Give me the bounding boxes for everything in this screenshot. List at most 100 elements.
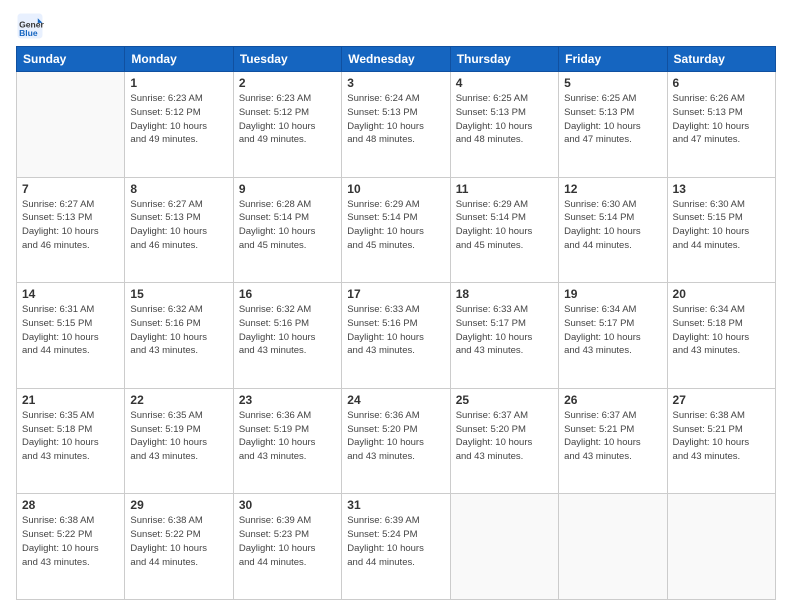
calendar-cell: 28 Sunrise: 6:38 AM Sunset: 5:22 PM Dayli… [17,494,125,600]
day-number: 12 [564,182,661,196]
calendar-cell: 11 Sunrise: 6:29 AM Sunset: 5:14 PM Dayli… [450,177,558,283]
day-info: Sunrise: 6:36 AM Sunset: 5:19 PM Dayligh… [239,409,336,464]
day-number: 4 [456,76,553,90]
calendar-week-1: 7 Sunrise: 6:27 AM Sunset: 5:13 PM Daylig… [17,177,776,283]
calendar-cell: 30Sunrise: 6:39 AM Sunset: 5:23 PM Dayli… [233,494,341,600]
calendar-cell: 3 Sunrise: 6:24 AM Sunset: 5:13 PM Daylig… [342,72,450,178]
col-header-sunday: Sunday [17,47,125,72]
calendar-week-3: 21 Sunrise: 6:35 AM Sunset: 5:18 PM Dayli… [17,388,776,494]
day-info: Sunrise: 6:24 AM Sunset: 5:13 PM Dayligh… [347,92,444,147]
calendar-cell: 17 Sunrise: 6:33 AM Sunset: 5:16 PM Dayli… [342,283,450,389]
calendar-cell: 19 Sunrise: 6:34 AM Sunset: 5:17 PM Dayli… [559,283,667,389]
day-info: Sunrise: 6:27 AM Sunset: 5:13 PM Dayligh… [22,198,119,253]
calendar-cell: 24Sunrise: 6:36 AM Sunset: 5:20 PM Dayli… [342,388,450,494]
calendar-cell [450,494,558,600]
day-info: Sunrise: 6:30 AM Sunset: 5:14 PM Dayligh… [564,198,661,253]
day-number: 29 [130,498,227,512]
day-info: Sunrise: 6:30 AM Sunset: 5:15 PM Dayligh… [673,198,770,253]
col-header-tuesday: Tuesday [233,47,341,72]
day-number: 7 [22,182,119,196]
calendar-week-4: 28 Sunrise: 6:38 AM Sunset: 5:22 PM Dayli… [17,494,776,600]
day-info: Sunrise: 6:25 AM Sunset: 5:13 PM Dayligh… [456,92,553,147]
day-info: Sunrise: 6:38 AM Sunset: 5:22 PM Dayligh… [130,514,227,569]
day-info: Sunrise: 6:38 AM Sunset: 5:22 PM Dayligh… [22,514,119,569]
day-number: 3 [347,76,444,90]
day-info: Sunrise: 6:27 AM Sunset: 5:13 PM Dayligh… [130,198,227,253]
day-info: Sunrise: 6:32 AM Sunset: 5:16 PM Dayligh… [130,303,227,358]
calendar-cell: 2 Sunrise: 6:23 AM Sunset: 5:12 PM Daylig… [233,72,341,178]
day-info: Sunrise: 6:38 AM Sunset: 5:21 PM Dayligh… [673,409,770,464]
day-info: Sunrise: 6:32 AM Sunset: 5:16 PM Dayligh… [239,303,336,358]
calendar-cell [667,494,775,600]
day-info: Sunrise: 6:33 AM Sunset: 5:16 PM Dayligh… [347,303,444,358]
day-number: 23 [239,393,336,407]
calendar-table: SundayMondayTuesdayWednesdayThursdayFrid… [16,46,776,600]
calendar-cell: 13Sunrise: 6:30 AM Sunset: 5:15 PM Dayli… [667,177,775,283]
day-number: 19 [564,287,661,301]
calendar-cell: 22Sunrise: 6:35 AM Sunset: 5:19 PM Dayli… [125,388,233,494]
day-info: Sunrise: 6:23 AM Sunset: 5:12 PM Dayligh… [239,92,336,147]
day-info: Sunrise: 6:29 AM Sunset: 5:14 PM Dayligh… [347,198,444,253]
calendar-cell [559,494,667,600]
calendar-cell: 26 Sunrise: 6:37 AM Sunset: 5:21 PM Dayli… [559,388,667,494]
calendar-cell: 8 Sunrise: 6:27 AM Sunset: 5:13 PM Daylig… [125,177,233,283]
calendar-cell: 10 Sunrise: 6:29 AM Sunset: 5:14 PM Dayli… [342,177,450,283]
calendar-week-0: 1 Sunrise: 6:23 AM Sunset: 5:12 PM Daylig… [17,72,776,178]
calendar-cell: 20 Sunrise: 6:34 AM Sunset: 5:18 PM Dayli… [667,283,775,389]
calendar-cell: 25 Sunrise: 6:37 AM Sunset: 5:20 PM Dayli… [450,388,558,494]
col-header-thursday: Thursday [450,47,558,72]
calendar-cell: 31Sunrise: 6:39 AM Sunset: 5:24 PM Dayli… [342,494,450,600]
day-number: 10 [347,182,444,196]
day-number: 26 [564,393,661,407]
calendar-cell: 27Sunrise: 6:38 AM Sunset: 5:21 PM Dayli… [667,388,775,494]
day-info: Sunrise: 6:35 AM Sunset: 5:19 PM Dayligh… [130,409,227,464]
calendar-cell: 18 Sunrise: 6:33 AM Sunset: 5:17 PM Dayli… [450,283,558,389]
day-info: Sunrise: 6:23 AM Sunset: 5:12 PM Dayligh… [130,92,227,147]
day-info: Sunrise: 6:33 AM Sunset: 5:17 PM Dayligh… [456,303,553,358]
calendar-cell [17,72,125,178]
header: General Blue [16,12,776,40]
day-info: Sunrise: 6:37 AM Sunset: 5:21 PM Dayligh… [564,409,661,464]
calendar-header-row: SundayMondayTuesdayWednesdayThursdayFrid… [17,47,776,72]
col-header-saturday: Saturday [667,47,775,72]
day-info: Sunrise: 6:37 AM Sunset: 5:20 PM Dayligh… [456,409,553,464]
day-info: Sunrise: 6:34 AM Sunset: 5:18 PM Dayligh… [673,303,770,358]
day-number: 21 [22,393,119,407]
day-number: 15 [130,287,227,301]
calendar-cell: 9Sunrise: 6:28 AM Sunset: 5:14 PM Daylig… [233,177,341,283]
day-number: 30 [239,498,336,512]
day-info: Sunrise: 6:35 AM Sunset: 5:18 PM Dayligh… [22,409,119,464]
calendar-cell: 15 Sunrise: 6:32 AM Sunset: 5:16 PM Dayli… [125,283,233,389]
calendar-cell: 14 Sunrise: 6:31 AM Sunset: 5:15 PM Dayli… [17,283,125,389]
day-info: Sunrise: 6:34 AM Sunset: 5:17 PM Dayligh… [564,303,661,358]
day-number: 17 [347,287,444,301]
day-number: 31 [347,498,444,512]
day-info: Sunrise: 6:29 AM Sunset: 5:14 PM Dayligh… [456,198,553,253]
day-number: 8 [130,182,227,196]
calendar-cell: 23 Sunrise: 6:36 AM Sunset: 5:19 PM Dayli… [233,388,341,494]
day-number: 2 [239,76,336,90]
day-info: Sunrise: 6:31 AM Sunset: 5:15 PM Dayligh… [22,303,119,358]
calendar-cell: 5Sunrise: 6:25 AM Sunset: 5:13 PM Daylig… [559,72,667,178]
day-number: 25 [456,393,553,407]
day-number: 28 [22,498,119,512]
day-info: Sunrise: 6:25 AM Sunset: 5:13 PM Dayligh… [564,92,661,147]
day-number: 11 [456,182,553,196]
calendar-cell: 7 Sunrise: 6:27 AM Sunset: 5:13 PM Daylig… [17,177,125,283]
day-number: 6 [673,76,770,90]
calendar-cell: 1 Sunrise: 6:23 AM Sunset: 5:12 PM Daylig… [125,72,233,178]
calendar-cell: 12 Sunrise: 6:30 AM Sunset: 5:14 PM Dayli… [559,177,667,283]
logo-icon: General Blue [16,12,44,40]
day-number: 14 [22,287,119,301]
day-number: 9 [239,182,336,196]
day-number: 20 [673,287,770,301]
day-number: 18 [456,287,553,301]
page: General Blue SundayMondayTuesdayWednesda… [0,0,792,612]
calendar-cell: 16Sunrise: 6:32 AM Sunset: 5:16 PM Dayli… [233,283,341,389]
calendar-cell: 29 Sunrise: 6:38 AM Sunset: 5:22 PM Dayli… [125,494,233,600]
day-info: Sunrise: 6:26 AM Sunset: 5:13 PM Dayligh… [673,92,770,147]
calendar-cell: 21 Sunrise: 6:35 AM Sunset: 5:18 PM Dayli… [17,388,125,494]
calendar-cell: 4 Sunrise: 6:25 AM Sunset: 5:13 PM Daylig… [450,72,558,178]
day-info: Sunrise: 6:36 AM Sunset: 5:20 PM Dayligh… [347,409,444,464]
day-number: 1 [130,76,227,90]
